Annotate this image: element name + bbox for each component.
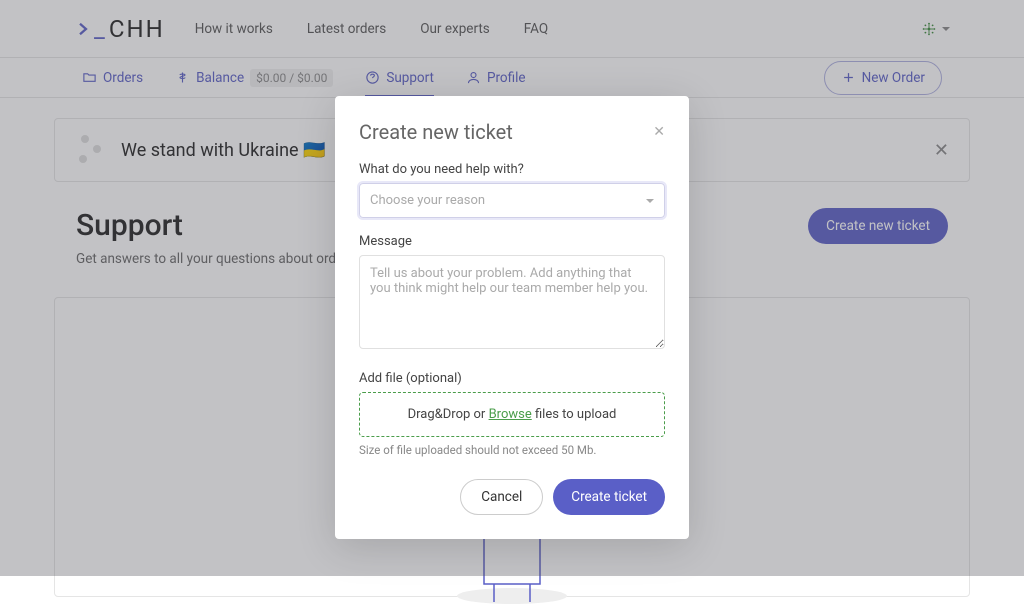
cancel-button[interactable]: Cancel: [460, 479, 543, 515]
file-dropzone[interactable]: Drag&Drop or Browse files to upload: [359, 392, 665, 437]
reason-label: What do you need help with?: [359, 162, 665, 177]
modal-title: Create new ticket: [359, 120, 513, 144]
file-size-hint: Size of file uploaded should not exceed …: [359, 443, 665, 457]
message-label: Message: [359, 234, 665, 249]
browse-link[interactable]: Browse: [489, 407, 532, 422]
reason-placeholder: Choose your reason: [370, 193, 485, 208]
file-label: Add file (optional): [359, 371, 665, 386]
message-textarea[interactable]: [359, 255, 665, 349]
reason-select[interactable]: Choose your reason: [359, 183, 665, 218]
create-ticket-modal: Create new ticket ✕ What do you need hel…: [335, 96, 689, 539]
modal-overlay[interactable]: Create new ticket ✕ What do you need hel…: [0, 0, 1024, 576]
submit-button[interactable]: Create ticket: [553, 479, 665, 515]
close-icon[interactable]: ✕: [653, 124, 665, 140]
